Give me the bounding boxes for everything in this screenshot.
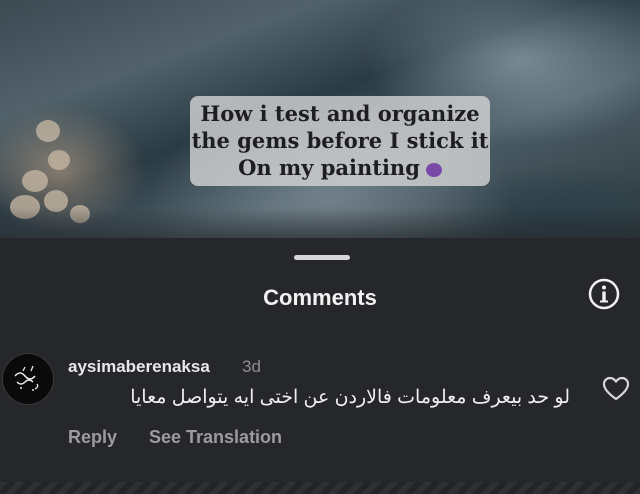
- comment-text: لو حد بيعرف معلومات فالاردن عن اختى ايه …: [130, 387, 570, 408]
- info-icon[interactable]: [588, 278, 620, 310]
- next-comment-preview: [0, 482, 640, 494]
- caption-line-1: How i test and organize: [200, 101, 480, 126]
- pebble: [70, 205, 90, 223]
- comment-timestamp: 3d: [242, 357, 261, 376]
- video-caption: How i test and organize the gems before …: [190, 96, 490, 186]
- caption-line-2: the gems before I stick it: [191, 128, 489, 153]
- heart-icon[interactable]: [602, 376, 630, 402]
- pebble: [10, 195, 40, 219]
- comments-sheet: Comments aysimaberenaksa 3d لو حد بيعرف …: [0, 238, 640, 494]
- reply-button[interactable]: Reply: [68, 427, 117, 448]
- comment-username[interactable]: aysimaberenaksa: [68, 357, 210, 377]
- pebble: [44, 190, 68, 212]
- emoji-icon: [425, 162, 442, 177]
- sheet-title: Comments: [263, 285, 377, 310]
- video-preview[interactable]: How i test and organize the gems before …: [0, 0, 640, 238]
- caption-line-3: On my painting: [190, 156, 490, 180]
- pebble: [22, 170, 48, 192]
- avatar[interactable]: [2, 353, 54, 405]
- pebble: [36, 120, 60, 142]
- see-translation-button[interactable]: See Translation: [149, 427, 282, 448]
- caption-line-3-text: On my painting: [238, 155, 420, 180]
- pebble: [48, 150, 70, 170]
- drag-handle[interactable]: [294, 255, 350, 260]
